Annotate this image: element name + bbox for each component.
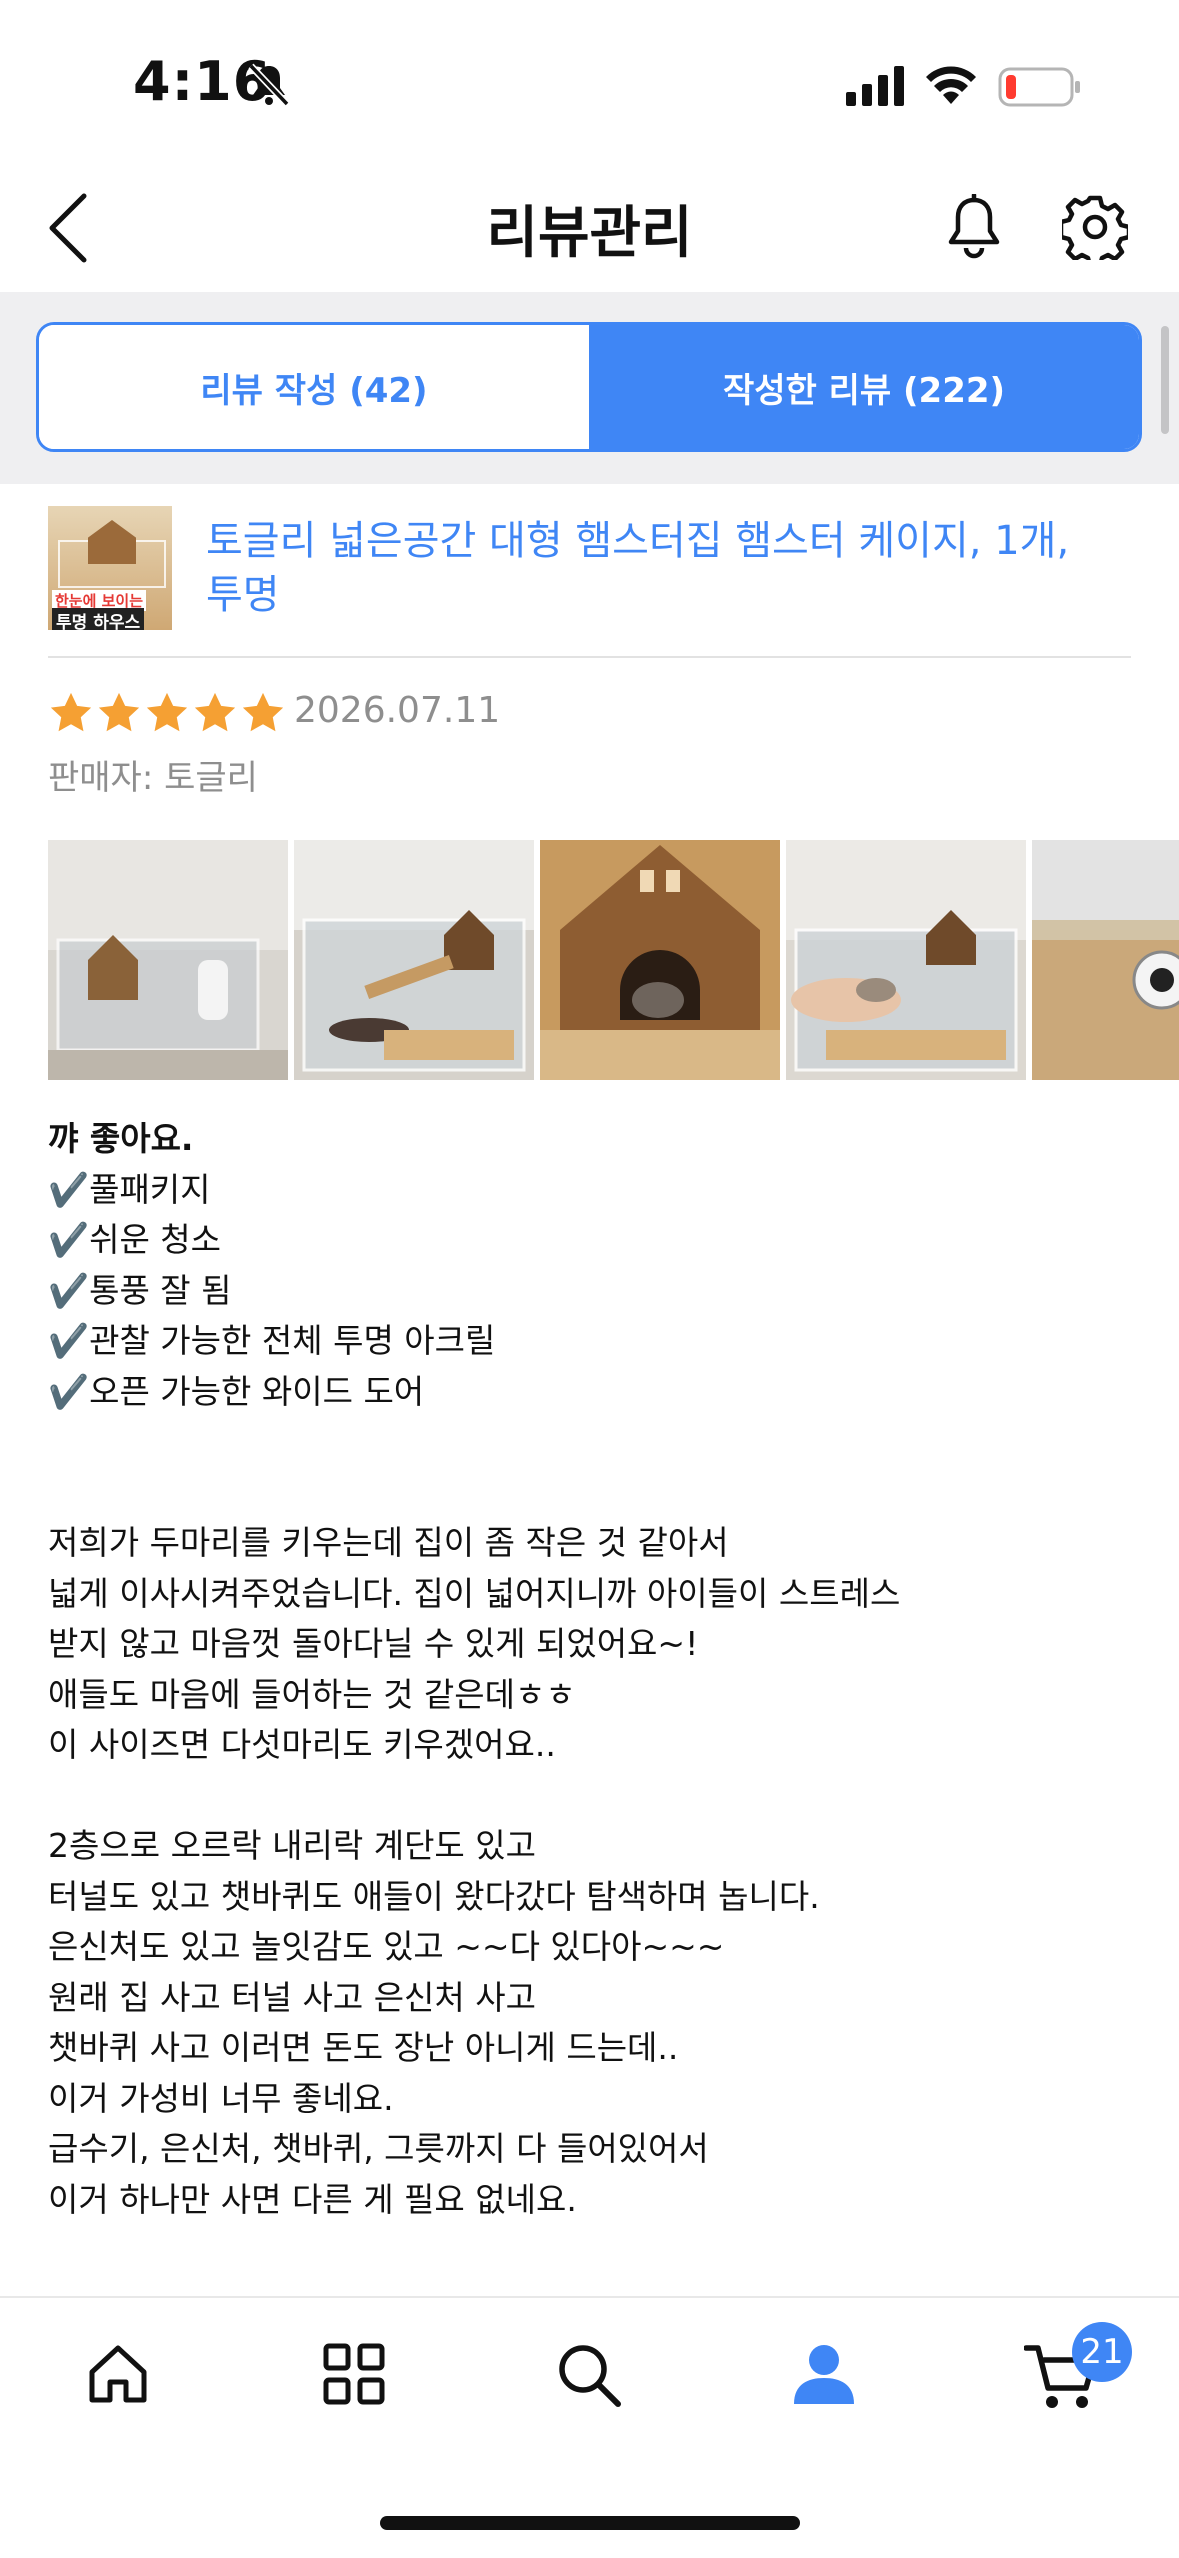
nav-bar: 리뷰관리 (0, 160, 1179, 292)
review-photo[interactable] (48, 840, 288, 1080)
bell-muted-icon (248, 63, 290, 107)
search-icon[interactable] (556, 2342, 622, 2408)
star-icon (194, 692, 236, 732)
divider (48, 656, 1131, 658)
star-icon (242, 692, 284, 732)
review-heading: 꺄 좋아요. (48, 1119, 194, 1158)
star-icon (98, 692, 140, 732)
scrollbar[interactable] (1161, 326, 1169, 434)
review-body: ✔️풀패키지 ✔️쉬운 청소 ✔️통풍 잘 됨 ✔️관찰 가능한 전체 투명 아… (48, 1169, 901, 2219)
thumbnail-caption-2: 투명 하우스 (52, 608, 145, 630)
home-icon[interactable] (86, 2342, 150, 2406)
review-content: 꺄 좋아요. ✔️풀패키지 ✔️쉬운 청소 ✔️통풍 잘 됨 ✔️관찰 가능한 전… (48, 1114, 1128, 2225)
review-date: 2026.07.11 (294, 690, 501, 731)
notification-bell-icon[interactable] (944, 194, 1004, 260)
review-photo[interactable] (540, 840, 780, 1080)
tab-write-review[interactable]: 리뷰 작성 (42) (39, 325, 589, 449)
settings-gear-icon[interactable] (1062, 194, 1128, 260)
status-bar: 4:16 (0, 0, 1179, 160)
battery-icon (998, 67, 1080, 107)
review-photos[interactable] (48, 840, 1179, 1082)
category-grid-icon[interactable] (322, 2342, 386, 2406)
review-tabs-container: 리뷰 작성 (42) 작성한 리뷰 (222) (0, 292, 1179, 484)
review-photo[interactable] (786, 840, 1026, 1080)
review-tabs: 리뷰 작성 (42) 작성한 리뷰 (222) (36, 322, 1142, 452)
product-thumbnail[interactable]: 한눈에 보이는 투명 하우스 (48, 506, 172, 630)
seller-name: 판매자: 토글리 (48, 758, 258, 798)
wifi-icon (926, 66, 976, 104)
house-graphic (88, 520, 136, 564)
star-icon (146, 692, 188, 732)
star-rating (48, 690, 286, 738)
cellular-signal-icon (846, 66, 904, 106)
review-photo[interactable] (294, 840, 534, 1080)
home-indicator[interactable] (380, 2516, 800, 2530)
cart-count-badge: 21 (1072, 2322, 1132, 2382)
profile-icon[interactable] (792, 2342, 856, 2406)
tab-written-reviews[interactable]: 작성한 리뷰 (222) (589, 325, 1139, 449)
product-title-link[interactable]: 토글리 넓은공간 대형 햄스터집 햄스터 케이지, 1개, 투명 (206, 514, 1106, 622)
review-photo[interactable] (1032, 840, 1179, 1080)
star-icon (50, 692, 92, 732)
